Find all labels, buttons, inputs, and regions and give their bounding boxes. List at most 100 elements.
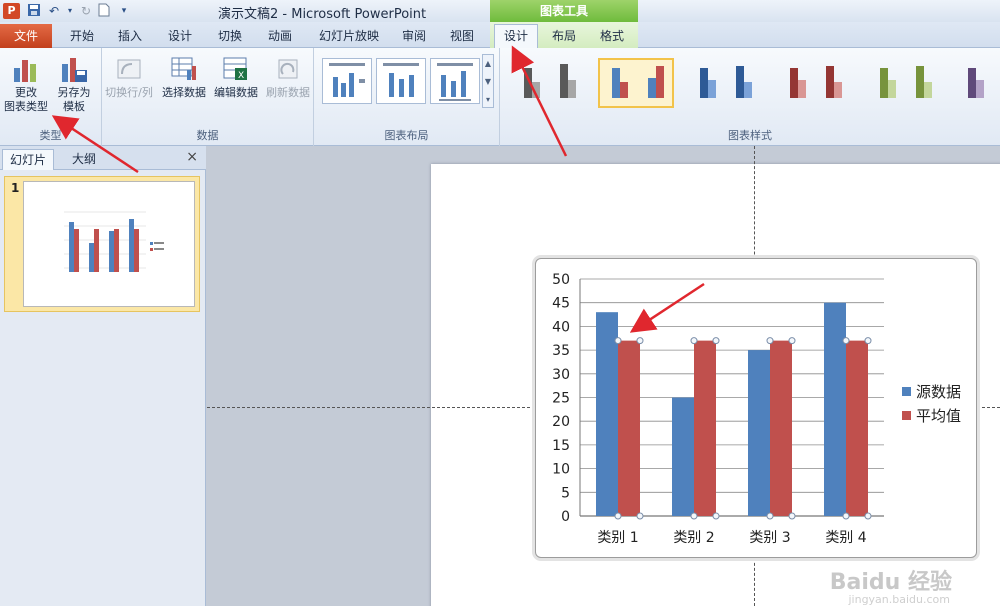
ribbon-tab-row: 文件 开始 插入 设计 切换 动画 幻灯片放映 审阅 视图 设计 布局 格式 xyxy=(0,22,1000,48)
chart-tools-header: 图表工具 xyxy=(490,0,638,22)
chart-object[interactable]: 0 5 10 15 20 25 30 35 40 45 50 类别 1 类别 2 类别 3 类别 4 源数据平… xyxy=(535,258,977,558)
tab-design[interactable]: 设计 xyxy=(158,25,202,47)
customize-qat-icon[interactable]: ▾ xyxy=(116,3,132,19)
save-as-template-icon xyxy=(62,58,87,82)
edit-data-icon: X xyxy=(223,57,247,81)
tab-slideshow[interactable]: 幻灯片放映 xyxy=(312,25,386,47)
ribbon: 更改 图表类型 另存为 模板 类型 切换行/列 选择数据 X 编辑数据 刷新数据… xyxy=(0,48,1000,146)
tab-home[interactable]: 开始 xyxy=(60,25,104,47)
slide-thumbnail[interactable] xyxy=(23,181,195,307)
group-chart-layouts: ▲ ▼ ▾ 图表布局 xyxy=(314,48,500,146)
switch-row-column-button[interactable]: 切换行/列 xyxy=(104,54,154,100)
selection-handle xyxy=(636,512,644,520)
slide-thumbnail-chart xyxy=(64,211,164,272)
select-data-icon xyxy=(171,57,196,80)
powerpoint-logo-icon[interactable]: P xyxy=(3,3,20,19)
bar-source-data[interactable] xyxy=(596,312,618,516)
group-chart-styles: 图表样式 xyxy=(500,48,1000,146)
new-file-icon[interactable] xyxy=(96,3,112,19)
edit-data-button[interactable]: X 编辑数据 xyxy=(210,54,262,100)
svg-text:X: X xyxy=(238,71,244,81)
tab-review[interactable]: 审阅 xyxy=(392,25,436,47)
y-tick-label: 0 xyxy=(561,509,570,525)
change-chart-type-button[interactable]: 更改 图表类型 xyxy=(2,54,50,114)
tab-slides[interactable]: 幻灯片 xyxy=(2,149,54,170)
edit-data-label: 编辑数据 xyxy=(214,86,258,99)
selection-handle xyxy=(614,512,622,520)
chart-layouts-scroll[interactable]: ▲ ▼ ▾ xyxy=(482,54,494,108)
title-bar: P ↶ ▾ ↻ ▾ 演示文稿2 - Microsoft PowerPoint 图… xyxy=(0,0,1000,22)
group-chart-layouts-label: 图表布局 xyxy=(384,129,429,142)
selection-handle xyxy=(766,337,774,345)
legend-label[interactable]: 平均值 xyxy=(916,407,961,425)
selection-handle xyxy=(636,337,644,345)
tab-chart-design[interactable]: 设计 xyxy=(494,24,538,48)
selection-handle xyxy=(842,512,850,520)
y-tick-label: 35 xyxy=(552,343,570,359)
selection-handle xyxy=(690,512,698,520)
refresh-data-label: 刷新数据 xyxy=(266,86,310,99)
chart-style-2-selected[interactable] xyxy=(598,58,674,108)
chart-style-4[interactable] xyxy=(780,58,856,108)
tab-insert[interactable]: 插入 xyxy=(108,25,152,47)
bar-average-value[interactable] xyxy=(694,340,716,516)
bar-source-data[interactable] xyxy=(672,397,694,517)
group-type-label: 类型 xyxy=(39,129,62,142)
bar-average-value[interactable] xyxy=(846,340,868,516)
tab-file[interactable]: 文件 xyxy=(0,24,52,48)
select-data-button[interactable]: 选择数据 xyxy=(158,54,210,100)
close-icon[interactable]: × xyxy=(186,149,198,165)
group-data: 切换行/列 选择数据 X 编辑数据 刷新数据 数据 xyxy=(102,48,314,146)
save-as-template-button[interactable]: 另存为 模板 xyxy=(50,54,98,114)
change-chart-type-icon xyxy=(14,60,36,82)
tab-outline[interactable]: 大纲 xyxy=(58,149,110,170)
slides-pane: 幻灯片 大纲 × 1 xyxy=(0,146,206,606)
chart-layout-3[interactable] xyxy=(430,58,480,104)
refresh-data-button[interactable]: 刷新数据 xyxy=(262,54,314,100)
watermark: Baidu 经验 xyxy=(829,570,952,595)
undo-dropdown-icon[interactable]: ▾ xyxy=(62,3,78,19)
bar-average-value[interactable] xyxy=(770,340,792,516)
selection-handle xyxy=(766,512,774,520)
tab-view[interactable]: 视图 xyxy=(440,25,484,47)
legend-label[interactable]: 源数据 xyxy=(916,383,961,401)
redo-icon[interactable]: ↻ xyxy=(78,3,94,19)
chart-style-3[interactable] xyxy=(690,58,766,108)
bar-source-data[interactable] xyxy=(824,302,846,516)
selection-handle xyxy=(690,337,698,345)
chart-style-1[interactable] xyxy=(510,58,586,108)
group-data-label: 数据 xyxy=(196,129,219,142)
pane-tabs: 幻灯片 大纲 × xyxy=(0,146,206,170)
selection-handle xyxy=(864,337,872,345)
watermark-url: jingyan.baidu.com xyxy=(848,593,950,606)
slide-number: 1 xyxy=(11,181,20,195)
selection-handle xyxy=(842,337,850,345)
category-label: 类别 1 xyxy=(597,530,638,546)
switch-row-column-label: 切换行/列 xyxy=(105,86,153,99)
undo-icon[interactable]: ↶ xyxy=(46,3,62,19)
tab-animations[interactable]: 动画 xyxy=(258,25,302,47)
category-label: 类别 4 xyxy=(825,530,866,546)
y-tick-label: 20 xyxy=(552,414,570,430)
bar-source-data[interactable] xyxy=(748,350,770,516)
legend-swatch[interactable] xyxy=(902,411,911,420)
y-tick-label: 15 xyxy=(552,438,570,454)
save-as-template-label-line1: 另存为 xyxy=(57,86,91,99)
tab-transitions[interactable]: 切换 xyxy=(208,25,252,47)
column-chart[interactable]: 0 5 10 15 20 25 30 35 40 45 50 类别 1 类别 2 类别 3 类别 4 源数据平… xyxy=(536,259,976,557)
chart-style-5[interactable] xyxy=(870,58,946,108)
chart-style-6[interactable] xyxy=(958,58,998,108)
slide-thumbnail-item[interactable]: 1 xyxy=(4,176,200,312)
tab-chart-format[interactable]: 格式 xyxy=(590,25,634,47)
selection-handle xyxy=(788,512,796,520)
bar-average-value[interactable] xyxy=(618,340,640,516)
chart-layout-2[interactable] xyxy=(376,58,426,104)
group-chart-styles-label: 图表样式 xyxy=(728,129,772,142)
chart-layout-1[interactable] xyxy=(322,58,372,104)
legend-swatch[interactable] xyxy=(902,387,911,396)
change-chart-type-label-line2: 图表类型 xyxy=(4,100,48,113)
save-icon[interactable] xyxy=(26,3,42,19)
change-chart-type-label-line1: 更改 xyxy=(15,86,37,99)
tab-chart-layout[interactable]: 布局 xyxy=(542,25,586,47)
y-tick-label: 50 xyxy=(552,272,570,288)
